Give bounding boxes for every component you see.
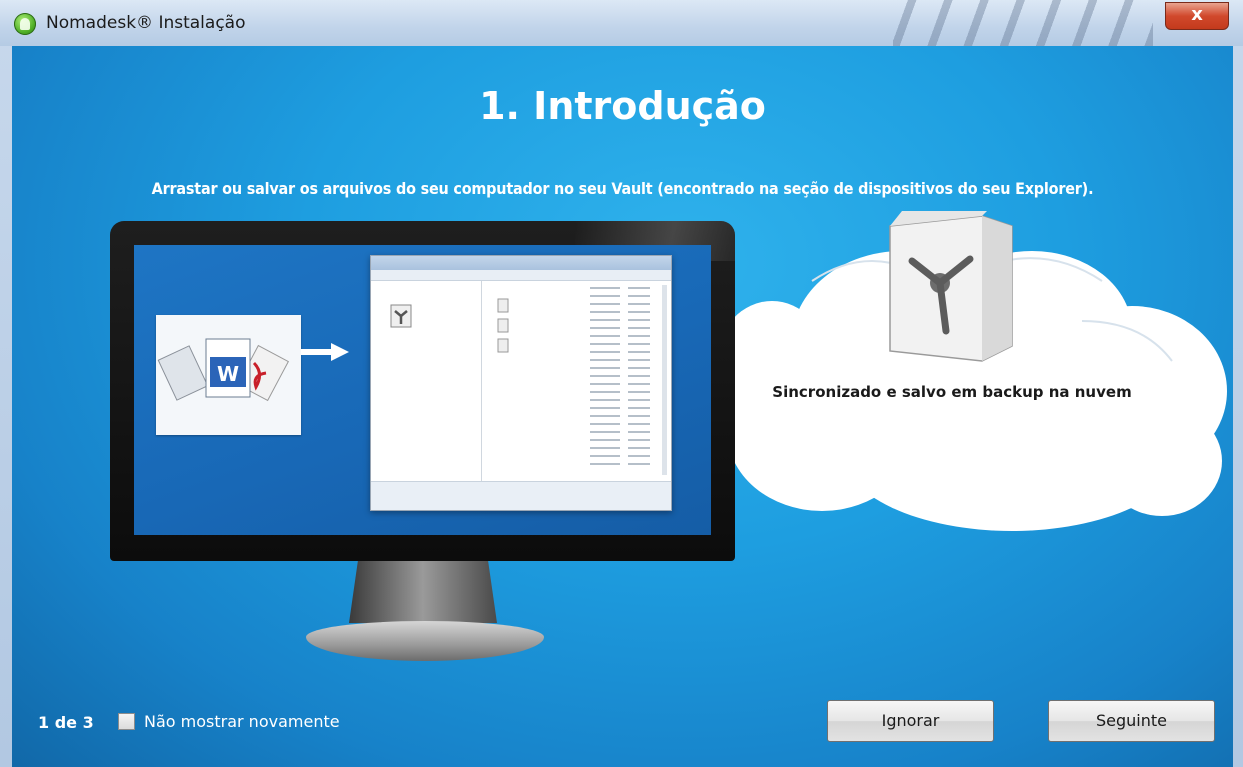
page-title: 1. Introdução — [479, 84, 766, 128]
explorer-title-bar — [371, 256, 671, 270]
arrow-right-icon — [301, 343, 349, 361]
cloud-caption: Sincronizado e salvo em backup na nuvem — [772, 383, 1132, 401]
step-indicator: 1 de 3 — [38, 713, 94, 732]
installer-window: Nomadesk® Instalação x 1. Introdução Arr… — [0, 0, 1243, 767]
documents-icon: W — [157, 338, 290, 402]
nomadesk-logo-icon — [14, 13, 36, 35]
explorer-file-list — [482, 281, 671, 481]
explorer-window-illustration — [370, 255, 672, 511]
explorer-toolbar — [371, 270, 671, 281]
documents-card: W — [156, 315, 301, 435]
cloud-illustration — [717, 211, 1227, 531]
explorer-status-bar — [371, 481, 671, 510]
next-button[interactable]: Seguinte — [1048, 700, 1215, 742]
page-subtitle: Arrastar ou salvar os arquivos do seu co… — [151, 179, 1094, 198]
svg-text:W: W — [217, 362, 239, 386]
file-list-illustration — [497, 285, 667, 475]
monitor-stand-base — [306, 621, 544, 661]
close-button[interactable]: x — [1165, 2, 1229, 30]
vault-safe-icon — [889, 211, 1013, 362]
monitor-illustration: W — [110, 221, 735, 561]
title-bar[interactable]: Nomadesk® Instalação x — [0, 0, 1243, 46]
window-title: Nomadesk® Instalação — [46, 13, 246, 33]
monitor-stand-neck — [349, 561, 497, 623]
ignore-button[interactable]: Ignorar — [827, 700, 994, 742]
vault-safe-icon — [390, 304, 412, 328]
monitor-screen: W — [134, 245, 711, 535]
explorer-nav-pane — [371, 281, 482, 481]
title-bar-glass — [893, 0, 1153, 46]
dont-show-again-label[interactable]: Não mostrar novamente — [144, 712, 340, 731]
intro-panel: 1. Introdução Arrastar ou salvar os arqu… — [12, 46, 1233, 767]
dont-show-again-checkbox[interactable] — [118, 713, 135, 730]
